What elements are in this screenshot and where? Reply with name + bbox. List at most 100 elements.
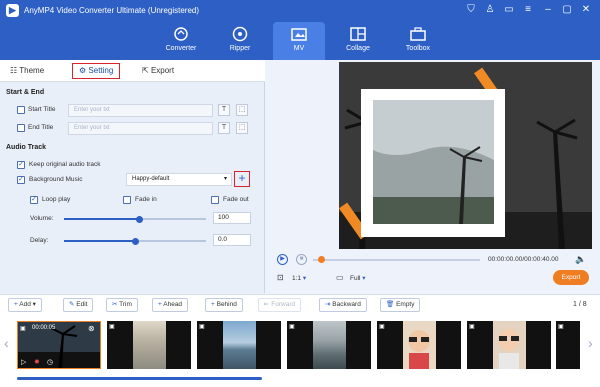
collage-icon (350, 27, 366, 41)
tab-label: Converter (165, 45, 197, 52)
cart-icon[interactable]: ⛉ (465, 4, 477, 16)
tab-export[interactable]: ⇱ Export (142, 64, 174, 78)
empty-button[interactable]: 🗑 Empty (380, 298, 421, 312)
export-button[interactable]: Export (553, 270, 589, 285)
fade-out-checkbox[interactable] (211, 196, 219, 204)
background-music-label: Background Music (29, 176, 83, 183)
add-label: Add (19, 301, 31, 308)
volume-icon[interactable]: 🔈 (575, 254, 586, 265)
chat-icon[interactable]: ▭ (503, 4, 515, 16)
export-icon: ⇱ (142, 66, 151, 75)
music-select[interactable]: Happy-default ▾ (126, 173, 232, 186)
loop-play-checkbox[interactable]: ✓ (30, 196, 38, 204)
edit-button[interactable]: ✎ Edit (63, 298, 94, 312)
volume-fill (64, 218, 140, 220)
start-title-input[interactable]: Enter your txt (68, 104, 213, 117)
font-button[interactable]: T (218, 104, 230, 116)
end-title-label: End Title (28, 124, 54, 131)
position-button[interactable]: ⬚ (236, 104, 248, 116)
start-title-checkbox[interactable] (17, 106, 25, 114)
menu-icon[interactable]: ≡ (522, 4, 534, 16)
mv-icon (291, 28, 307, 41)
tab-label: Ripper (229, 45, 251, 52)
clip-image (133, 321, 166, 369)
end-title-input[interactable]: Enter your txt (68, 122, 213, 135)
volume-input[interactable]: 100 (213, 212, 251, 224)
play-icon[interactable]: ▷ (21, 358, 26, 366)
tab-setting[interactable]: ⚙ Setting (72, 63, 121, 79)
user-icon[interactable]: ♙ (484, 4, 496, 16)
chevron-down-icon: ▾ (32, 301, 36, 308)
clip-image (223, 321, 256, 369)
font-button[interactable]: T (218, 122, 230, 134)
tab-theme-label: Theme (19, 66, 45, 75)
clip-thumbnail[interactable]: 00:00:05 ▣ ⊗ ▷ ✸ ◷ (17, 321, 101, 369)
clip-thumbnail[interactable]: ▣ (377, 321, 461, 369)
end-title-checkbox[interactable] (17, 124, 25, 132)
delay-label: Delay: (30, 237, 49, 244)
delay-input[interactable]: 0.0 (213, 234, 251, 246)
backward-label: Backward (332, 301, 361, 308)
minimize-icon[interactable]: – (542, 4, 554, 16)
tab-ripper[interactable]: Ripper (211, 22, 269, 60)
keep-original-checkbox[interactable]: ✓ (17, 161, 25, 169)
tab-mv[interactable]: MV (273, 22, 325, 60)
trim-button[interactable]: ✂ Trim (106, 298, 138, 312)
image-icon: ▣ (109, 324, 115, 330)
clock-icon[interactable]: ◷ (47, 358, 53, 366)
gear-icon: ⚙ (79, 66, 89, 75)
image-icon: ▣ (289, 324, 295, 330)
video-preview[interactable] (339, 62, 592, 249)
fade-in-checkbox[interactable] (123, 196, 131, 204)
view-mode-select[interactable]: Full ▾ (350, 274, 366, 282)
tab-toolbox[interactable]: Toolbox (389, 22, 447, 60)
chevron-right-icon[interactable]: › (588, 335, 593, 351)
start-end-heading: Start & End (6, 89, 45, 96)
trim-label: Trim (119, 301, 132, 308)
theme-icon: ☷ (10, 66, 20, 75)
ahead-button[interactable]: + Ahead (152, 298, 189, 312)
position-button[interactable]: ⬚ (236, 122, 248, 134)
play-icon[interactable]: ▶ (277, 254, 288, 265)
clip-thumbnail[interactable]: ▣ (467, 321, 551, 369)
tab-converter[interactable]: Converter (152, 22, 210, 60)
delay-knob[interactable] (131, 237, 139, 245)
volume-label: Volume: (30, 215, 54, 222)
music-select-value: Happy-default (132, 176, 170, 182)
tab-theme[interactable]: ☷ Theme (10, 64, 44, 78)
seek-knob[interactable] (318, 256, 325, 263)
clip-thumbnail[interactable]: ▣ (287, 321, 371, 369)
image-icon: ▣ (469, 324, 475, 330)
page-indicator: 1 / 8 (573, 301, 587, 308)
add-music-button[interactable]: + (234, 171, 250, 187)
ripper-icon (232, 26, 248, 42)
chevron-left-icon[interactable]: ‹ (4, 335, 9, 351)
aspect-ratio-select[interactable]: 1:1 ▾ (292, 274, 306, 282)
forward-button[interactable]: ⇤ Forward (258, 298, 302, 312)
tab-collage[interactable]: Collage (329, 22, 387, 60)
behind-button[interactable]: + Behind (205, 298, 243, 312)
background-music-checkbox[interactable]: ✓ (17, 176, 25, 184)
effect-icon[interactable]: ✸ (34, 358, 40, 366)
strip-scrollbar[interactable] (17, 377, 262, 380)
clip-thumbnail[interactable]: ▣ (197, 321, 281, 369)
tab-label: MV (293, 45, 305, 52)
clip-thumbnail-partial[interactable]: ▣ (556, 321, 580, 369)
tab-setting-label: Setting (88, 66, 114, 75)
aspect-ratio-icon: ⊡ (277, 273, 284, 282)
fade-out-label: Fade out (223, 196, 249, 203)
maximize-icon[interactable]: ▢ (561, 4, 573, 16)
close-icon[interactable]: ✕ (580, 4, 592, 16)
volume-knob[interactable] (135, 215, 143, 223)
trash-icon: 🗑 (386, 301, 397, 308)
delete-clip-icon[interactable]: ⊗ (88, 324, 95, 333)
clip-thumbnail[interactable]: ▣ (107, 321, 191, 369)
seek-bar[interactable] (313, 259, 480, 261)
backward-button[interactable]: ⇥ Backward (319, 298, 367, 312)
time-display: 00:00:00.00/00:00:40.00 (488, 256, 559, 263)
image-icon: ▣ (199, 324, 205, 330)
view-mode-value: Full (350, 275, 361, 282)
tab-export-label: Export (150, 66, 175, 75)
stop-icon[interactable]: ■ (296, 254, 307, 265)
add-button[interactable]: + Add ▾ (8, 298, 42, 312)
